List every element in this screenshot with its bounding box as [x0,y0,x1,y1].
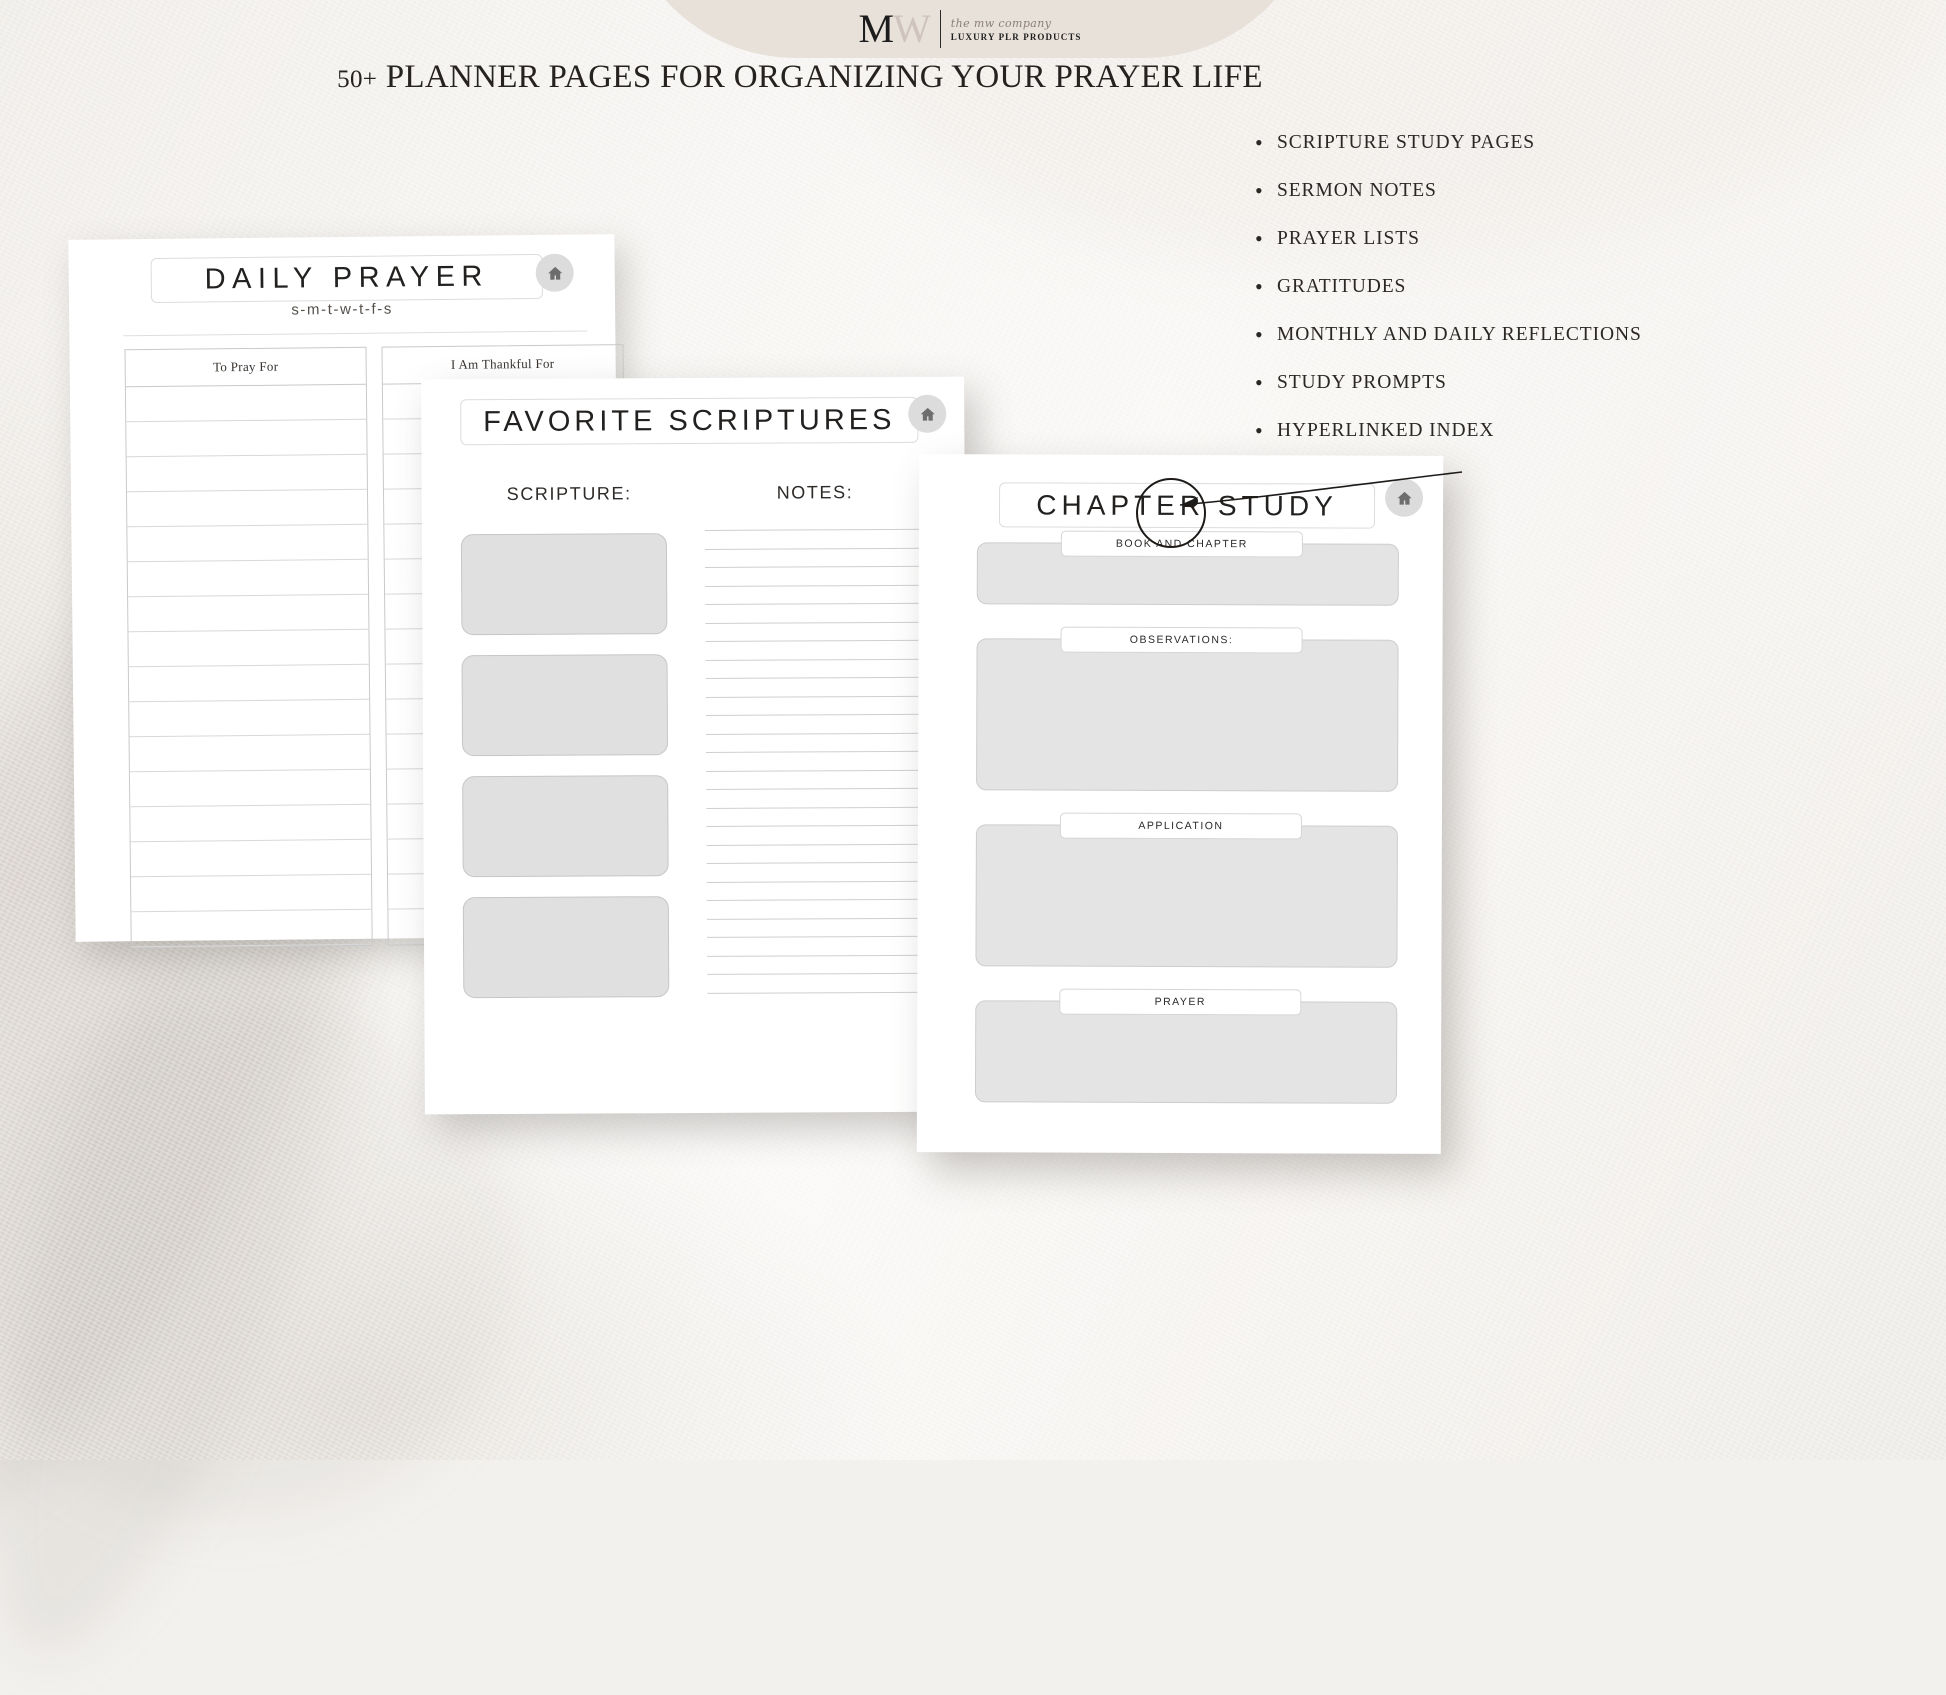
list-item: PRAYER LISTS [1255,226,1642,252]
table-row[interactable] [126,419,367,458]
table-row[interactable] [128,594,369,633]
table-row[interactable] [125,384,367,423]
note-line[interactable] [705,621,930,624]
table-row[interactable] [129,769,371,808]
note-line[interactable] [705,713,930,716]
note-line[interactable] [706,769,931,772]
table-row[interactable] [126,454,367,493]
daily-prayer-title-box: DAILY PRAYER [150,253,543,304]
note-line[interactable] [705,639,930,642]
section-label: OBSERVATIONS: [1060,626,1303,654]
note-line[interactable] [706,787,931,790]
page-chapter-study: CHAPTER STUDY BOOK AND CHAPTER OBSERVATIO… [916,454,1444,1154]
scripture-input-box[interactable] [462,896,670,999]
note-line[interactable] [704,528,929,531]
table-row[interactable] [128,664,370,703]
note-line[interactable] [705,676,930,679]
headline-count: 50+ [337,66,378,93]
page-title: 50+ PLANNER PAGES FOR ORGANIZING YOUR PR… [300,59,1300,96]
list-item: STUDY PROMPTS [1255,370,1642,396]
brand-monogram: MW [858,6,930,51]
brand-script: the mw company [950,16,1052,30]
table-row[interactable] [127,559,369,598]
column-header: To Pray For [125,347,366,388]
table-row[interactable] [126,489,368,528]
table-row[interactable] [129,699,370,738]
home-icon[interactable] [535,253,574,292]
home-icon[interactable] [908,394,947,433]
note-line[interactable] [705,602,930,605]
note-line[interactable] [705,584,930,587]
note-line[interactable] [707,991,932,994]
note-line[interactable] [704,547,929,550]
table-row[interactable] [129,734,370,773]
note-line[interactable] [707,954,932,957]
scripture-input-box[interactable] [461,654,669,757]
table-row[interactable] [128,629,369,668]
brand-logo: MW the mw company LUXURY PLR PRODUCTS [820,2,1120,56]
daily-prayer-title: DAILY PRAYER [204,260,490,296]
note-line[interactable] [705,732,930,735]
list-item: GRATITUDES [1255,274,1642,300]
chapter-study-field[interactable] [974,1000,1398,1104]
column-header-notes: NOTES: [776,482,854,503]
headline-text: PLANNER PAGES FOR ORGANIZING YOUR PRAYER… [385,59,1263,95]
note-line[interactable] [707,935,932,938]
table-to-pray-for: To Pray For [124,346,373,949]
table-row[interactable] [130,804,371,843]
favorite-scriptures-title: FAVORITE SCRIPTURES [483,403,896,438]
daily-prayer-subtitle: s-m-t-w-t-f-s [291,300,393,319]
note-line[interactable] [706,843,931,846]
note-line[interactable] [705,658,930,661]
list-item: SERMON NOTES [1255,178,1642,204]
table-row[interactable] [131,874,372,913]
feature-list: SCRIPTURE STUDY PAGES SERMON NOTES PRAYE… [1255,130,1642,468]
note-line[interactable] [706,824,931,827]
table-row[interactable] [130,839,372,878]
section-label: PRAYER [1059,988,1302,1016]
note-line[interactable] [705,695,930,698]
note-line[interactable] [706,917,931,920]
note-line[interactable] [706,861,931,864]
brand-tagline: LUXURY PLR PRODUCTS [950,31,1082,42]
hyperlink-highlight-circle [1136,478,1206,548]
logo-divider [939,10,941,48]
divider [123,330,588,337]
scripture-input-box[interactable] [460,533,668,636]
chapter-study-field[interactable] [976,638,1399,792]
note-line[interactable] [705,565,930,568]
favorite-scriptures-title-box: FAVORITE SCRIPTURES [460,396,919,446]
column-header-scripture: SCRIPTURE: [506,483,632,504]
note-line[interactable] [706,806,931,809]
note-line[interactable] [706,898,931,901]
table-rows [125,384,372,948]
note-line[interactable] [707,972,932,975]
scripture-input-box[interactable] [462,775,669,878]
table-row[interactable] [131,909,372,948]
note-line[interactable] [706,880,931,883]
list-item: MONTHLY AND DAILY REFLECTIONS [1255,322,1642,348]
list-item: SCRIPTURE STUDY PAGES [1255,130,1642,156]
chapter-study-field[interactable] [975,824,1398,968]
note-line[interactable] [706,750,931,753]
table-row[interactable] [127,524,368,563]
home-icon[interactable] [1385,478,1424,517]
page-favorite-scriptures: FAVORITE SCRIPTURES SCRIPTURE: NOTES: [421,376,968,1115]
list-item: HYPERLINKED INDEX [1255,418,1642,444]
section-label: APPLICATION [1059,812,1302,840]
